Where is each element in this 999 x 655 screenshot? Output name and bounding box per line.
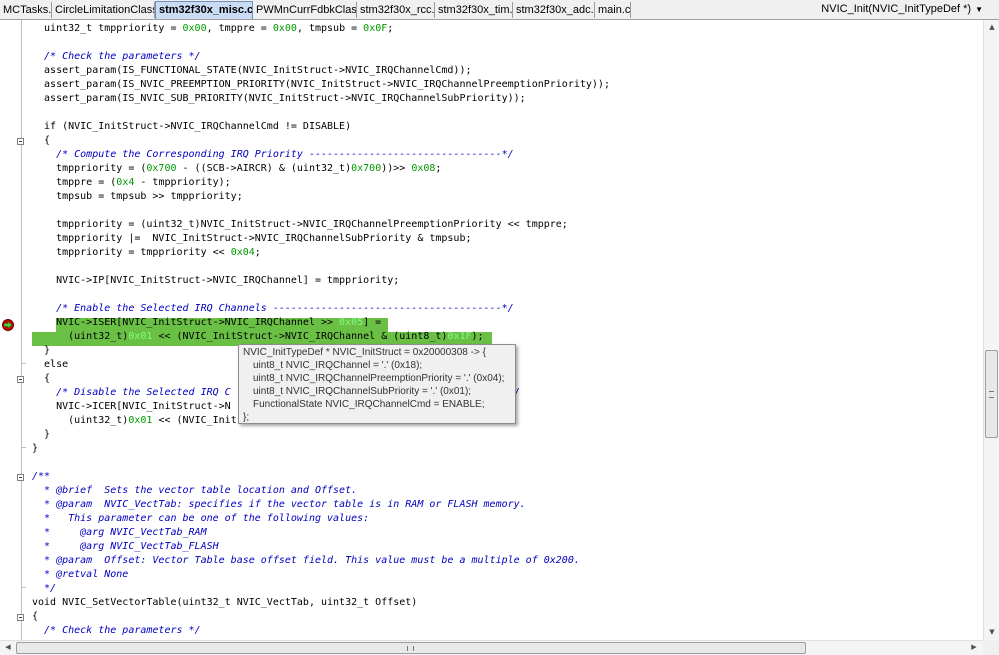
scroll-up-icon[interactable]: ▲ — [986, 21, 998, 33]
code-comment: /* Enable the Selected IRQ Channels ----… — [32, 303, 514, 314]
code-comment: /* Check the parameters */ — [32, 625, 201, 636]
code-comment: /* Disable the Selected IRQ C — [32, 387, 231, 398]
fold-collapse-icon[interactable] — [17, 376, 24, 383]
tab-stm32f30x-rcc[interactable]: stm32f30x_rcc.c — [357, 2, 435, 18]
code-line: tmpsub = tmpsub >> tmppriority; — [32, 191, 243, 202]
scroll-right-icon[interactable]: ▶ — [968, 641, 980, 653]
code-line: tmppriority = (uint32_t)NVIC_InitStruct-… — [32, 219, 568, 230]
code-line-current: (uint32_t)0x01 << (NVIC_InitStruct->NVIC… — [32, 331, 484, 342]
fold-collapse-icon[interactable] — [17, 474, 24, 481]
code-line: } — [32, 443, 39, 454]
fold-margin-line — [21, 20, 22, 640]
variable-watch-tooltip: NVIC_InitTypeDef * NVIC_InitStruct = 0x2… — [238, 344, 516, 424]
horizontal-scrollbar[interactable]: ◀ ▶ — [0, 640, 983, 655]
code-line: NVIC->IP[NVIC_InitStruct->NVIC_IRQChanne… — [32, 275, 400, 286]
vertical-scrollbar[interactable]: ▲ ▼ — [983, 20, 999, 640]
breakpoint-current-line-icon[interactable] — [2, 319, 14, 331]
tab-stm32f30x-tim[interactable]: stm32f30x_tim.c — [435, 2, 513, 18]
tab-stm32f30x-misc[interactable]: stm32f30x_misc.c — [155, 1, 253, 19]
function-dropdown-label: NVIC_Init(NVIC_InitTypeDef *) — [821, 3, 972, 15]
code-line: } — [32, 345, 51, 356]
tooltip-line: uint8_t NVIC_IRQChannelPreemptionPriorit… — [253, 373, 505, 384]
scrollbar-corner — [983, 640, 999, 655]
fold-collapse-icon[interactable] — [17, 614, 24, 621]
tooltip-line: uint8_t NVIC_IRQChannelSubPriority = '.'… — [253, 386, 472, 397]
tab-stm32f30x-adc[interactable]: stm32f30x_adc.c — [513, 2, 595, 18]
code-line: tmppriority |= NVIC_InitStruct->NVIC_IRQ… — [32, 233, 472, 244]
code-editor[interactable]: uint32_t tmppriority = 0x00, tmppre = 0x… — [0, 20, 983, 640]
fold-end-marker — [21, 363, 26, 364]
code-line: { — [32, 611, 39, 622]
code-line: assert_param(IS_NVIC_SUB_PRIORITY(NVIC_I… — [32, 93, 526, 104]
tab-circlelimitationclass[interactable]: CircleLimitationClass.c — [52, 2, 155, 18]
horizontal-scroll-thumb[interactable] — [16, 642, 806, 654]
code-line: tmppriority = tmppriority << 0x04; — [32, 247, 261, 258]
code-comment: * @param Offset: Vector Table base offse… — [32, 555, 580, 566]
fold-end-marker — [21, 587, 26, 588]
tab-main[interactable]: main.c — [595, 2, 631, 18]
function-dropdown[interactable]: NVIC_Init(NVIC_InitTypeDef *) ▼ — [821, 1, 983, 18]
code-comment: /* Check the parameters */ — [32, 51, 201, 62]
scroll-left-icon[interactable]: ◀ — [2, 641, 14, 653]
scroll-down-icon[interactable]: ▼ — [986, 626, 998, 638]
fold-collapse-icon[interactable] — [17, 138, 24, 145]
code-line: assert_param(IS_NVIC_PREEMPTION_PRIORITY… — [32, 79, 610, 90]
tooltip-line: }; — [243, 412, 250, 423]
code-comment: * This parameter can be one of the follo… — [32, 513, 370, 524]
code-line: (uint32_t)0x01 << (NVIC_Init — [32, 415, 237, 426]
code-line: NVIC->ICER[NVIC_InitStruct->N — [32, 401, 231, 412]
tab-pwmncurrfdbkclass[interactable]: PWMnCurrFdbkClass.c — [253, 2, 357, 18]
code-comment: * @arg NVIC_VectTab_FLASH — [32, 541, 219, 552]
vertical-scroll-thumb[interactable] — [985, 350, 998, 438]
tooltip-line: FunctionalState NVIC_IRQChannelCmd = ENA… — [253, 399, 485, 410]
chevron-down-icon: ▼ — [975, 5, 983, 14]
code-line: if (NVIC_InitStruct->NVIC_IRQChannelCmd … — [32, 121, 352, 132]
code-comment: * @arg NVIC_VectTab_RAM — [32, 527, 207, 538]
code-comment: * @brief Sets the vector table location … — [32, 485, 358, 496]
code-comment: /** — [32, 471, 51, 482]
fold-end-marker — [21, 447, 26, 448]
code-line: tmppriority = (0x700 - ((SCB->AIRCR) & (… — [32, 163, 442, 174]
code-comment: * @retval None — [32, 569, 129, 580]
code-line-current: NVIC->ISER[NVIC_InitStruct->NVIC_IRQChan… — [32, 317, 382, 328]
code-line: } — [32, 429, 51, 440]
code-line: { — [32, 373, 51, 384]
code-line: uint32_t tmppriority = 0x00, tmppre = 0x… — [32, 23, 394, 34]
tooltip-line: NVIC_InitTypeDef * NVIC_InitStruct = 0x2… — [243, 347, 486, 358]
code-line: tmppre = (0x4 - tmppriority); — [32, 177, 231, 188]
code-comment: * @param NVIC_VectTab: specifies if the … — [32, 499, 526, 510]
tooltip-line: uint8_t NVIC_IRQChannel = '.' (0x18); — [253, 360, 423, 371]
code-line: assert_param(IS_FUNCTIONAL_STATE(NVIC_In… — [32, 65, 472, 76]
code-comment: */ — [32, 583, 57, 594]
editor-tab-bar: MCTasks.c CircleLimitationClass.c stm32f… — [0, 0, 999, 20]
code-comment: /* Compute the Corresponding IRQ Priorit… — [32, 149, 514, 160]
code-line: void NVIC_SetVectorTable(uint32_t NVIC_V… — [32, 597, 418, 608]
code-line: { — [32, 135, 51, 146]
tab-mctasks[interactable]: MCTasks.c — [0, 2, 52, 18]
code-line: else — [32, 359, 69, 370]
